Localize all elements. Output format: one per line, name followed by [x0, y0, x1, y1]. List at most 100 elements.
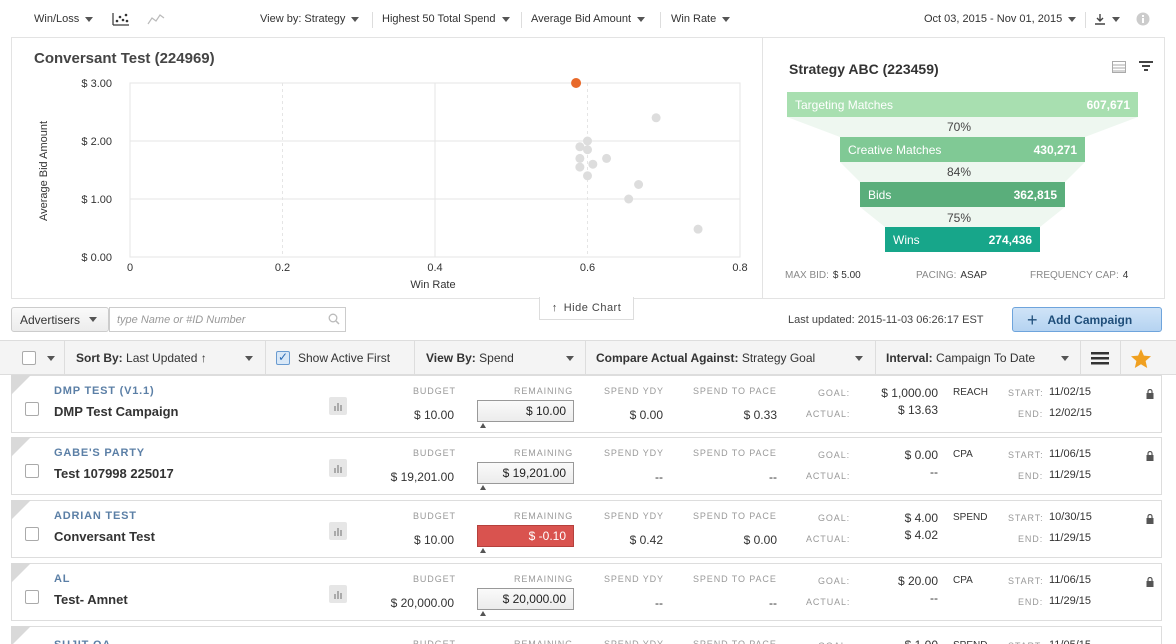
info-icon[interactable] [1136, 12, 1150, 26]
download-dropdown[interactable] [1094, 13, 1120, 25]
start-label: START: [1008, 513, 1044, 523]
actual-value: -- [930, 591, 938, 605]
show-active-first-label: Show Active First [298, 351, 391, 365]
budget-header: BUDGET [413, 574, 456, 584]
actual-label: ACTUAL: [806, 409, 851, 419]
y-metric-dropdown[interactable]: Average Bid Amount [531, 13, 646, 25]
arrow-up-icon: ↑ [551, 302, 558, 314]
sort-by-dropdown[interactable]: Sort By: Last Updated ↑ [76, 351, 207, 365]
bar-chart-icon[interactable] [329, 522, 347, 540]
search-input[interactable]: type Name or #ID Number [109, 307, 346, 332]
advertiser-link[interactable]: DMP TEST (V1.1) [54, 385, 154, 397]
spend-ydy-header: SPEND YDY [604, 639, 664, 644]
y-tick-label: $ 2.00 [81, 136, 112, 148]
remaining-input[interactable]: $ 20,000.00 [477, 588, 574, 610]
campaign-name-link[interactable]: Conversant Test [54, 529, 155, 544]
funnel-stage-value: 362,815 [1013, 187, 1057, 202]
spend-to-pace-header: SPEND TO PACE [693, 448, 777, 458]
y-metric-label: Average Bid Amount [531, 13, 632, 25]
chevron-down-icon[interactable] [855, 356, 863, 361]
sortbar-divider [1080, 341, 1081, 376]
campaign-row[interactable]: ADRIAN TEST Conversant Test BUDGET $ 10.00 R… [11, 500, 1162, 558]
x-metric-dropdown[interactable]: Win Rate [671, 13, 731, 25]
remaining-input[interactable]: $ -0.10 [477, 525, 574, 547]
chevron-down-icon[interactable] [245, 356, 253, 361]
scatter-chart-icon[interactable] [112, 12, 130, 26]
pacing: PACING: ASAP [916, 270, 987, 281]
pace-marker-icon [480, 611, 486, 616]
row-checkbox[interactable] [25, 402, 39, 416]
row-checkbox[interactable] [25, 464, 39, 478]
actual-label: ACTUAL: [806, 534, 851, 544]
data-point [583, 145, 592, 155]
highest-spend-dropdown[interactable]: Highest 50 Total Spend [382, 13, 510, 25]
select-all-checkbox[interactable] [22, 351, 36, 365]
pace-marker-icon [480, 548, 486, 553]
row-checkbox[interactable] [25, 590, 39, 604]
line-chart-icon[interactable] [147, 12, 165, 26]
spend-ydy-value: $ 0.42 [629, 533, 663, 547]
row-checkbox[interactable] [25, 527, 39, 541]
view-by-dropdown[interactable]: View by: Strategy [260, 13, 360, 25]
funnel-stage-wins: Wins 274,436 [885, 227, 1040, 252]
star-icon[interactable] [1131, 349, 1151, 368]
chevron-down-icon[interactable] [1061, 356, 1069, 361]
campaign-name-link[interactable]: Test 107998 225017 [54, 466, 174, 481]
spend-ydy-header: SPEND YDY [604, 511, 664, 521]
spend-to-pace-header: SPEND TO PACE [693, 511, 777, 521]
advertisers-dropdown[interactable]: Advertisers [11, 307, 109, 332]
campaign-name-link[interactable]: Test- Amnet [54, 592, 128, 607]
toolbar-divider [1085, 12, 1086, 28]
bar-chart-icon[interactable] [329, 397, 347, 415]
interval-dropdown[interactable]: Interval: Campaign To Date [886, 351, 1035, 365]
x-tick-label: 0.2 [275, 262, 290, 274]
advertiser-link[interactable]: ADRIAN TEST [54, 510, 137, 522]
advertiser-link[interactable]: AL [54, 573, 70, 585]
win-loss-dropdown[interactable]: Win/Loss [34, 13, 94, 25]
list-view-icon[interactable] [1091, 351, 1109, 366]
show-active-first-checkbox[interactable] [276, 350, 290, 365]
compare-label: Compare Actual Against: [596, 351, 739, 365]
campaign-row[interactable]: GABE'S PARTY Test 107998 225017 BUDGET $ 19… [11, 437, 1162, 495]
hide-chart-button[interactable]: ↑ Hide Chart [539, 297, 634, 320]
scatter-chart: $ 0.00 $ 1.00 $ 2.00 $ 3.00 0 0.2 0.4 0.6 0.8 Win… [38, 78, 748, 291]
toolbar-divider [660, 12, 661, 28]
funnel-stage-bids: Bids 362,815 [860, 182, 1065, 207]
goal-type: REACH [953, 387, 989, 398]
lock-icon [1146, 576, 1154, 590]
toolbar-divider [372, 12, 373, 28]
funnel-stage-label: Targeting Matches [795, 97, 894, 112]
campaign-row[interactable]: SUJIT QA BUDGET REMAINING SPEND YDY SPEND TO… [11, 626, 1162, 644]
chevron-down-icon [501, 16, 510, 22]
compare-value: Strategy Goal [741, 351, 816, 365]
goal-label: GOAL: [818, 576, 851, 586]
start-label: START: [1008, 576, 1044, 586]
chevron-down-icon[interactable] [566, 356, 574, 361]
view-by-spend-dropdown[interactable]: View By: Spend [426, 351, 514, 365]
end-label: END: [1018, 534, 1044, 544]
funnel-percent: 70% [946, 120, 972, 134]
campaign-row[interactable]: AL Test- Amnet BUDGET $ 20,000.00 REMAINING $… [11, 563, 1162, 621]
remaining-input[interactable]: $ 19,201.00 [477, 462, 574, 484]
spend-to-pace-value: $ 0.00 [743, 533, 777, 547]
remaining-input[interactable]: $ 10.00 [477, 400, 574, 422]
campaign-name-link[interactable]: DMP Test Campaign [54, 404, 178, 419]
chevron-down-icon[interactable] [47, 356, 55, 361]
compare-against-dropdown[interactable]: Compare Actual Against: Strategy Goal [596, 351, 815, 365]
sortbar-divider [585, 341, 586, 376]
actual-value: $ 13.63 [897, 403, 938, 417]
budget-header: BUDGET [413, 511, 456, 521]
bar-chart-icon[interactable] [329, 459, 347, 477]
chevron-down-icon [351, 16, 360, 22]
end-label: END: [1018, 597, 1044, 607]
date-range-picker[interactable]: Oct 03, 2015 - Nov 01, 2015 [924, 13, 1077, 25]
advertiser-link[interactable]: SUJIT QA [54, 639, 111, 644]
funnel-stage-targeting: Targeting Matches 607,671 [787, 92, 1138, 117]
goal-value: $ 1,000.00 [881, 386, 938, 400]
bar-chart-icon[interactable] [329, 585, 347, 603]
start-label: START: [1008, 450, 1044, 460]
add-campaign-button[interactable]: + Add Campaign [1012, 307, 1162, 332]
campaign-row[interactable]: DMP TEST (V1.1) DMP Test Campaign BUDGET $ … [11, 375, 1162, 433]
goal-value: $ 0.00 [904, 448, 938, 462]
advertiser-link[interactable]: GABE'S PARTY [54, 447, 145, 459]
